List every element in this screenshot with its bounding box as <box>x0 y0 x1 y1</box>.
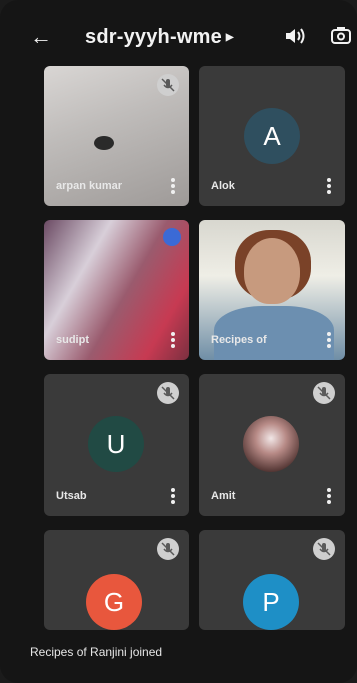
participant-tile[interactable]: G <box>44 530 189 630</box>
mic-off-icon <box>157 74 179 96</box>
back-arrow-icon[interactable]: ← <box>30 26 52 48</box>
meeting-code: sdr-yyyh-wme <box>85 26 222 48</box>
audio-level-icon <box>163 228 181 246</box>
avatar-photo <box>243 416 299 472</box>
join-notification: Recipes of Ranjini joined <box>30 645 163 659</box>
participant-name: arpan kumar <box>56 180 123 192</box>
mic-off-icon <box>157 538 179 560</box>
video-person-shirt <box>214 306 334 360</box>
participant-name: Recipes of <box>211 334 267 346</box>
participant-tile[interactable]: A Alok <box>199 66 345 206</box>
avatar: U <box>88 416 144 472</box>
participant-name: sudipt <box>56 334 89 346</box>
avatar: A <box>244 108 300 164</box>
participant-name: Amit <box>211 490 236 502</box>
mic-off-icon <box>313 382 335 404</box>
more-options-icon[interactable] <box>171 178 175 194</box>
participant-name: Utsab <box>56 490 87 502</box>
meet-screen: ← sdr-yyyh-wme ▶ arpan kumar A Alok sudi… <box>0 0 357 683</box>
camera-switch-icon[interactable] <box>330 25 352 52</box>
participant-tile[interactable]: P <box>199 530 345 630</box>
more-options-icon[interactable] <box>327 332 331 348</box>
participant-tile[interactable]: U Utsab <box>44 374 189 516</box>
more-options-icon[interactable] <box>171 332 175 348</box>
participant-tile[interactable]: sudipt <box>44 220 189 360</box>
avatar: G <box>86 574 142 630</box>
top-bar: ← sdr-yyyh-wme ▶ <box>0 0 357 58</box>
more-options-icon[interactable] <box>327 488 331 504</box>
meeting-code-dropdown[interactable]: sdr-yyyh-wme ▶ <box>85 26 234 49</box>
mic-off-icon <box>157 382 179 404</box>
caret-right-icon: ▶ <box>225 32 234 44</box>
participant-tile[interactable]: arpan kumar <box>44 66 189 206</box>
participant-tile[interactable]: Recipes of <box>199 220 345 360</box>
mic-off-icon <box>313 538 335 560</box>
video-person-face <box>244 238 300 304</box>
more-options-icon[interactable] <box>171 488 175 504</box>
avatar: P <box>243 574 299 630</box>
video-feed-detail <box>94 136 114 150</box>
participant-tile[interactable]: Amit <box>199 374 345 516</box>
participant-name: Alok <box>211 180 235 192</box>
more-options-icon[interactable] <box>327 178 331 194</box>
speaker-icon[interactable] <box>284 26 306 51</box>
